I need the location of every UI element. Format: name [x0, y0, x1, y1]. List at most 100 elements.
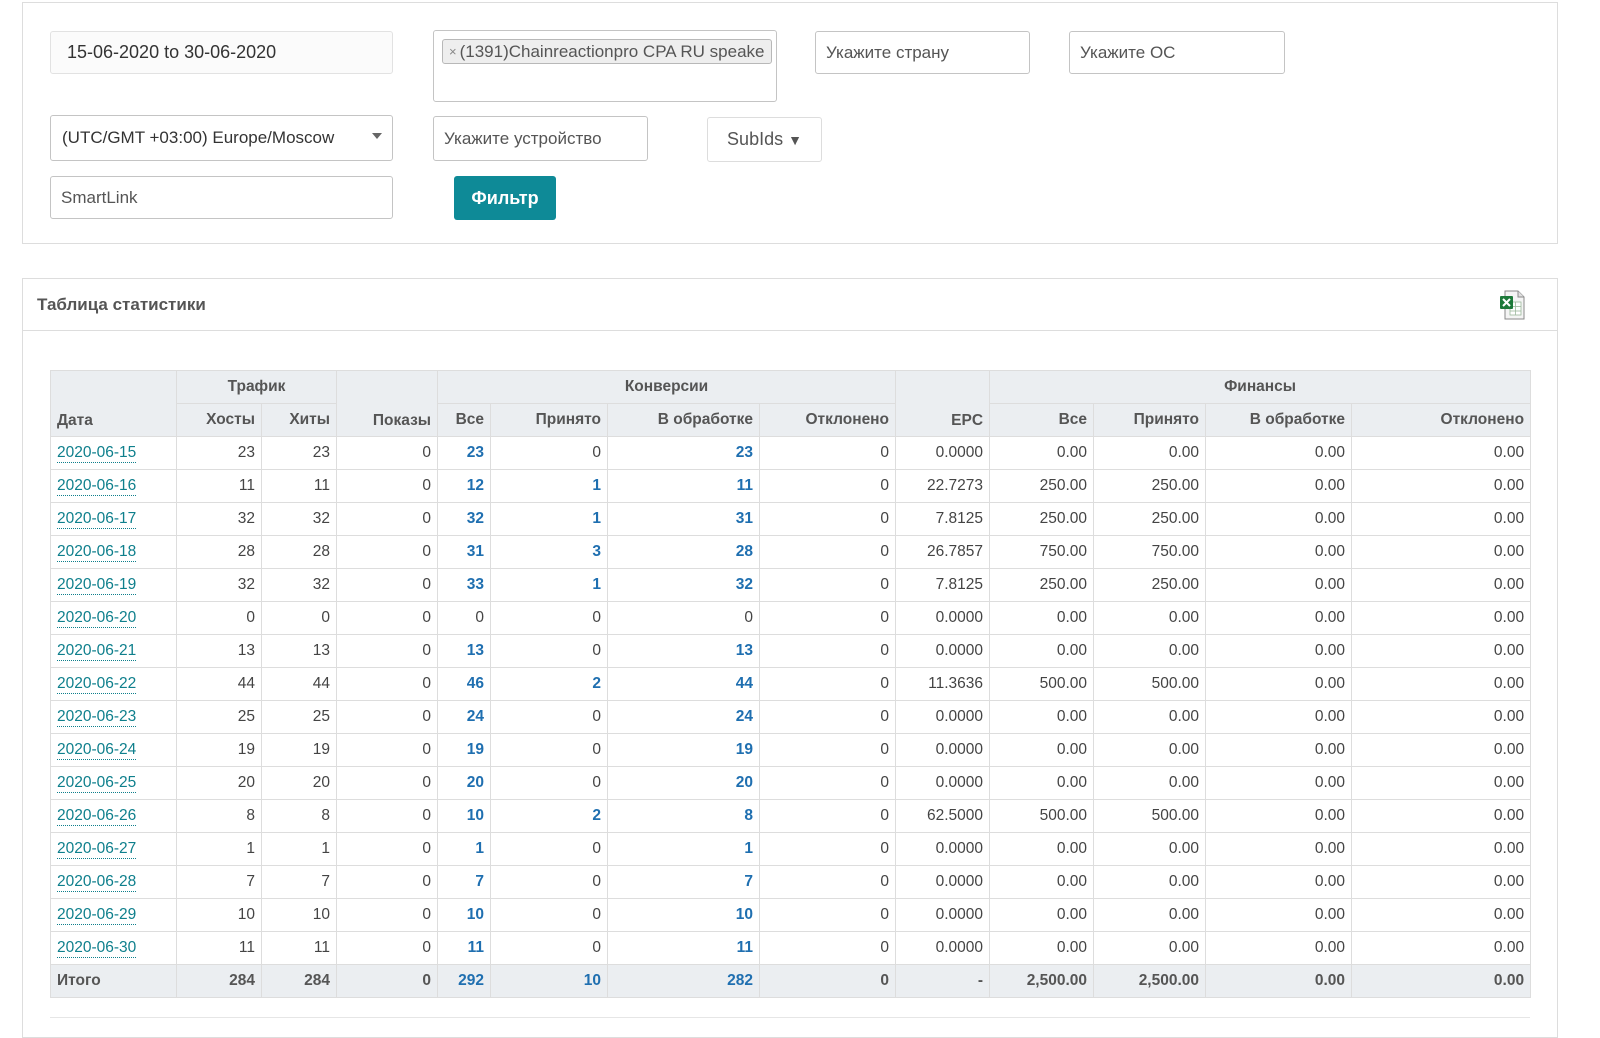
col-impressions-header[interactable]: Показы [336, 370, 439, 437]
cell-conv-pending[interactable]: 23 [607, 436, 761, 470]
col-fin-all-header[interactable]: Все [989, 403, 1095, 437]
cell-fin-accepted: 0.00 [1093, 733, 1207, 767]
cell-conv-pending[interactable]: 1 [607, 832, 761, 866]
cell-conv-pending[interactable]: 19 [607, 733, 761, 767]
col-fin-accepted-header[interactable]: Принято [1093, 403, 1207, 437]
col-epc-header[interactable]: EPC [895, 370, 991, 437]
cell-conv-pending[interactable]: 32 [607, 568, 761, 602]
cell-conv-all[interactable]: 46 [437, 667, 492, 701]
date-link[interactable]: 2020-06-29 [57, 906, 137, 925]
excel-export-icon[interactable] [1499, 290, 1527, 320]
cell-fin-pending: 0.00 [1205, 568, 1353, 602]
date-link[interactable]: 2020-06-16 [57, 477, 137, 496]
cell-fin-rejected: 0.00 [1351, 733, 1532, 767]
cell-conv-accepted[interactable]: 3 [490, 535, 609, 569]
date-link[interactable]: 2020-06-26 [57, 807, 137, 826]
cell-conv-rejected: 0 [759, 799, 897, 833]
cell-hits: 20 [260, 766, 338, 800]
cell-conv-pending[interactable]: 11 [607, 469, 761, 503]
col-hosts-header[interactable]: Хосты [176, 403, 262, 437]
cell-epc: 0.0000 [895, 601, 991, 635]
cell-fin-rejected: 0.00 [1351, 667, 1532, 701]
os-input[interactable]: Укажите ОС [1069, 31, 1285, 74]
cell-conv-all[interactable]: 7 [437, 865, 492, 899]
offer-tag: × (1391)Chainreactionpro CPA RU speake [442, 39, 772, 64]
cell-conv-pending[interactable]: 20 [607, 766, 761, 800]
date-link[interactable]: 2020-06-21 [57, 642, 137, 661]
totals-conv-pending[interactable]: 282 [607, 964, 761, 998]
cell-conv-pending[interactable]: 7 [607, 865, 761, 899]
cell-conv-pending[interactable]: 8 [607, 799, 761, 833]
cell-fin-accepted: 0.00 [1093, 931, 1207, 965]
cell-conv-all[interactable]: 13 [437, 634, 492, 668]
timezone-select[interactable]: (UTC/GMT +03:00) Europe/Moscow [50, 115, 393, 161]
cell-conv-all[interactable]: 11 [437, 931, 492, 965]
totals-conv-accepted[interactable]: 10 [490, 964, 609, 998]
cell-conv-all[interactable]: 31 [437, 535, 492, 569]
cell-conv-pending[interactable]: 31 [607, 502, 761, 536]
cell-conv-accepted[interactable]: 2 [490, 667, 609, 701]
cell-conv-accepted[interactable]: 1 [490, 568, 609, 602]
date-range-input[interactable]: 15-06-2020 to 30-06-2020 [50, 31, 393, 74]
cell-conv-all[interactable]: 10 [437, 799, 492, 833]
date-link[interactable]: 2020-06-19 [57, 576, 137, 595]
date-link[interactable]: 2020-06-23 [57, 708, 137, 727]
cell-hits: 13 [260, 634, 338, 668]
cell-conv-accepted[interactable]: 1 [490, 502, 609, 536]
date-link[interactable]: 2020-06-28 [57, 873, 137, 892]
subids-dropdown-button[interactable]: SubIds ▼ [707, 117, 822, 162]
cell-conv-all[interactable]: 10 [437, 898, 492, 932]
cell-conv-all[interactable]: 24 [437, 700, 492, 734]
col-conv-all-header[interactable]: Все [437, 403, 492, 437]
date-link[interactable]: 2020-06-30 [57, 939, 137, 958]
filter-button[interactable]: Фильтр [454, 176, 556, 220]
remove-tag-icon[interactable]: × [449, 44, 457, 59]
cell-conv-pending[interactable]: 44 [607, 667, 761, 701]
cell-conv-all[interactable]: 33 [437, 568, 492, 602]
date-link[interactable]: 2020-06-27 [57, 840, 137, 859]
cell-conv-all[interactable]: 19 [437, 733, 492, 767]
col-conv-rejected-header[interactable]: Отклонено [759, 403, 897, 437]
cell-date: 2020-06-22 [50, 667, 177, 701]
cell-conv-pending[interactable]: 11 [607, 931, 761, 965]
cell-conv-all[interactable]: 12 [437, 469, 492, 503]
col-hits-header[interactable]: Хиты [260, 403, 338, 437]
cell-conv-pending[interactable]: 10 [607, 898, 761, 932]
cell-conv-all[interactable]: 20 [437, 766, 492, 800]
date-link[interactable]: 2020-06-25 [57, 774, 137, 793]
cell-hosts: 32 [176, 568, 262, 602]
date-link[interactable]: 2020-06-17 [57, 510, 137, 529]
col-conv-accepted-header[interactable]: Принято [490, 403, 609, 437]
col-fin-rejected-header[interactable]: Отклонено [1351, 403, 1532, 437]
cell-conv-accepted[interactable]: 2 [490, 799, 609, 833]
cell-conv-all[interactable]: 23 [437, 436, 492, 470]
smartlink-input[interactable]: SmartLink [50, 176, 393, 219]
cell-conv-all[interactable]: 32 [437, 502, 492, 536]
cell-fin-rejected: 0.00 [1351, 799, 1532, 833]
cell-hosts: 44 [176, 667, 262, 701]
cell-conv-pending[interactable]: 24 [607, 700, 761, 734]
col-conv-pending-header[interactable]: В обработке [607, 403, 761, 437]
table-row: 2020-06-22 44 44 0 46 2 44 0 11.3636 500.00 500.00… [50, 667, 1532, 701]
cell-hits: 23 [260, 436, 338, 470]
cell-date: 2020-06-16 [50, 469, 177, 503]
date-link[interactable]: 2020-06-22 [57, 675, 137, 694]
device-input[interactable]: Укажите устройство [433, 116, 648, 161]
cell-conv-rejected: 0 [759, 568, 897, 602]
traffic-group-header: Трафик [175, 370, 338, 404]
date-link[interactable]: 2020-06-18 [57, 543, 137, 562]
country-input[interactable]: Укажите страну [815, 31, 1030, 74]
offer-select[interactable]: × (1391)Chainreactionpro CPA RU speake [433, 30, 777, 102]
date-link[interactable]: 2020-06-20 [57, 609, 137, 628]
cell-conv-pending[interactable]: 13 [607, 634, 761, 668]
cell-hits: 44 [260, 667, 338, 701]
date-link[interactable]: 2020-06-15 [57, 444, 137, 463]
cell-conv-pending[interactable]: 28 [607, 535, 761, 569]
cell-fin-accepted: 750.00 [1093, 535, 1207, 569]
totals-conv-all[interactable]: 292 [437, 964, 492, 998]
cell-conv-accepted[interactable]: 1 [490, 469, 609, 503]
cell-conv-all[interactable]: 1 [437, 832, 492, 866]
col-fin-pending-header[interactable]: В обработке [1205, 403, 1353, 437]
date-link[interactable]: 2020-06-24 [57, 741, 137, 760]
col-date-header[interactable]: Дата [50, 370, 177, 437]
